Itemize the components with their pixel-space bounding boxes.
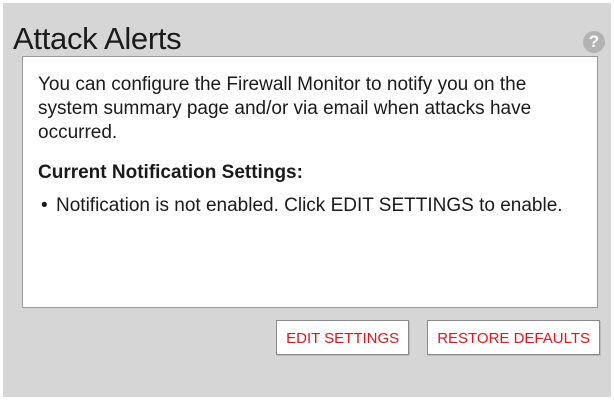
- action-buttons: EDIT SETTINGS RESTORE DEFAULTS: [276, 320, 600, 355]
- settings-heading: Current Notification Settings:: [38, 162, 303, 183]
- panel-title: Attack Alerts: [13, 21, 182, 56]
- setting-text: Notification is not enabled. Click EDIT …: [56, 195, 563, 216]
- attack-alerts-panel: Attack Alerts ? You can configure the Fi…: [3, 3, 611, 397]
- bullet-icon: •: [41, 195, 48, 216]
- list-item: • Notification is not enabled. Click EDI…: [38, 194, 583, 218]
- restore-defaults-button[interactable]: RESTORE DEFAULTS: [427, 320, 600, 355]
- edit-settings-button[interactable]: EDIT SETTINGS: [276, 320, 410, 355]
- content-box: You can configure the Firewall Monitor t…: [22, 56, 598, 308]
- settings-list: • Notification is not enabled. Click EDI…: [38, 194, 583, 218]
- intro-text: You can configure the Firewall Monitor t…: [38, 74, 532, 143]
- help-icon[interactable]: ?: [583, 31, 605, 53]
